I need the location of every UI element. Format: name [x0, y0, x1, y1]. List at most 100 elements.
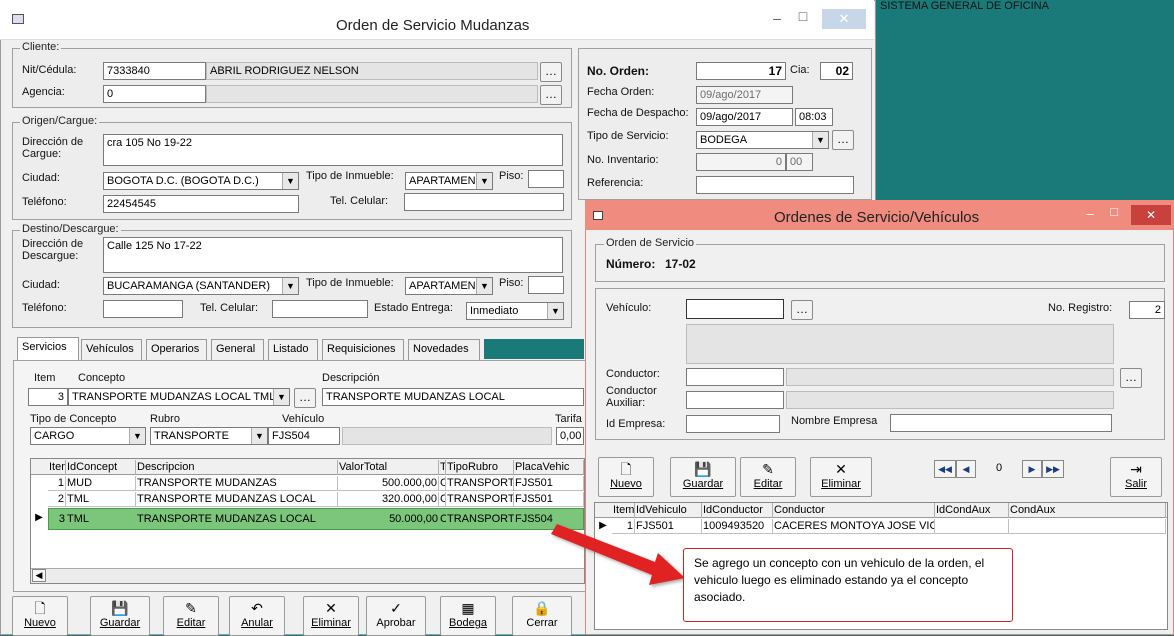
cell-item: 1	[48, 476, 66, 491]
cia-field[interactable]: 02	[820, 62, 853, 80]
dialog-guardar-button[interactable]: 💾 Guardar	[670, 457, 736, 497]
destino-dir-input[interactable]: Calle 125 No 17-22	[103, 237, 563, 273]
origen-inmueble-label: Tipo de Inmueble:	[306, 170, 394, 182]
horizontal-scrollbar[interactable]	[31, 568, 584, 583]
dialog-vehiculo-input[interactable]	[686, 299, 784, 319]
cerrar-button[interactable]: 🔒 Cerrar	[512, 596, 572, 636]
tab-general[interactable]: General	[211, 339, 264, 360]
dialog-maximize-button[interactable]: □	[1102, 202, 1126, 222]
tab-novedades[interactable]: Novedades	[408, 339, 480, 360]
aprobar-button[interactable]: ✓ Aprobar	[366, 596, 426, 636]
origen-piso-input[interactable]	[528, 170, 564, 188]
tab-servicios[interactable]: Servicios	[17, 337, 79, 360]
col-header-placavehic[interactable]: PlacaVehic	[514, 460, 584, 475]
destino-tel-label: Teléfono:	[22, 302, 67, 314]
item-field[interactable]: 3	[28, 388, 68, 406]
tab-operarios[interactable]: Operarios	[146, 339, 207, 360]
salir-button[interactable]: ⇥ Salir	[1110, 457, 1162, 497]
referencia-input[interactable]	[696, 176, 854, 194]
origen-cel-input[interactable]	[404, 193, 564, 211]
tab-listado[interactable]: Listado	[268, 339, 318, 360]
bodega-button[interactable]: ▦ Bodega	[440, 596, 496, 636]
nit-label: Nit/Cédula:	[22, 64, 77, 76]
col-header-tiporubro[interactable]: TipoRubro	[446, 460, 514, 475]
no-registro-field[interactable]: 2	[1129, 301, 1165, 319]
cell-item: 2	[48, 492, 66, 507]
destino-ciudad-select[interactable]: BUCARAMANGA (SANTANDER) ▼	[103, 277, 299, 295]
destino-tel-input[interactable]	[103, 300, 183, 318]
dialog-minimize-button[interactable]: –	[1078, 204, 1102, 224]
origen-inmueble-select[interactable]: APARTAMEN ▼	[405, 172, 493, 190]
editar-button[interactable]: ✎ Editar	[163, 596, 219, 636]
fecha-despacho-input[interactable]: 09/ago/2017	[696, 108, 793, 126]
tipo-servicio-select[interactable]: BODEGA ▼	[696, 131, 829, 149]
vehiculo-desc-field	[342, 427, 552, 445]
conductor-input[interactable]	[686, 368, 784, 386]
conductor-lookup-button[interactable]: …	[1120, 368, 1142, 388]
destino-inmueble-select[interactable]: APARTAMEN ▼	[405, 277, 493, 295]
id-empresa-input[interactable]	[686, 415, 780, 433]
guardar-button[interactable]: 💾 Guardar	[90, 596, 150, 636]
no-orden-field[interactable]: 17	[696, 62, 786, 80]
origen-tel-label: Teléfono:	[22, 196, 67, 208]
anular-label: Anular	[241, 617, 273, 629]
dialog-vehiculo-label: Vehículo:	[606, 302, 652, 314]
vehiculo-input[interactable]: FJS504	[268, 427, 340, 445]
origen-dir-input[interactable]: cra 105 No 19-22	[103, 134, 563, 166]
col-header-idcondaux[interactable]: IdCondAux	[935, 503, 1009, 518]
chevron-down-icon: ▼	[129, 428, 145, 444]
eliminar-button[interactable]: ✕ Eliminar	[303, 596, 359, 636]
tarifa-input[interactable]: 0,00	[556, 427, 584, 445]
dialog-eliminar-button[interactable]: ✕ Eliminar	[810, 457, 872, 497]
close-button[interactable]: ✕	[822, 9, 866, 29]
col-header-idconductor[interactable]: IdConductor	[702, 503, 773, 518]
col-header-t[interactable]: T	[439, 460, 446, 475]
col-header-condaux[interactable]: CondAux	[1009, 503, 1166, 518]
nav-last-icon[interactable]: ▶▶	[1042, 460, 1064, 478]
anular-button[interactable]: ↶ Anular	[229, 596, 285, 636]
destino-piso-input[interactable]	[528, 276, 564, 294]
col-header-item[interactable]: Item	[612, 503, 635, 518]
col-header-item[interactable]: Item	[48, 460, 66, 475]
nombre-empresa-input[interactable]	[890, 414, 1112, 432]
warehouse-icon: ▦	[461, 600, 475, 616]
tipo-servicio-lookup-button[interactable]: …	[832, 130, 854, 150]
nav-first-icon[interactable]: ◀◀	[934, 460, 956, 478]
estado-entrega-select[interactable]: Inmediato ▼	[466, 302, 564, 320]
agencia-lookup-button[interactable]: …	[540, 85, 562, 105]
dialog-close-button[interactable]: ✕	[1131, 205, 1171, 225]
client-lookup-button[interactable]: …	[540, 62, 562, 82]
cell-tiporubro: TRANSPORT	[447, 513, 514, 525]
destino-cel-input[interactable]	[272, 300, 368, 318]
dialog-vehiculo-lookup-button[interactable]: …	[791, 300, 813, 320]
tipo-concepto-select[interactable]: CARGO ▼	[30, 427, 146, 445]
origen-tel-input[interactable]: 22454545	[103, 195, 299, 213]
descripcion-input[interactable]: TRANSPORTE MUDANZAS LOCAL	[322, 388, 584, 406]
cell-t: C	[439, 476, 446, 491]
col-header-idconcept[interactable]: IdConcept	[66, 460, 136, 475]
nit-input[interactable]: 7333840	[103, 62, 206, 80]
conductor-aux-input[interactable]	[686, 391, 784, 409]
col-header-idvehiculo[interactable]: IdVehiculo	[635, 503, 702, 518]
origen-ciudad-select[interactable]: BOGOTA D.C. (BOGOTA D.C.) ▼	[103, 172, 299, 190]
nav-next-icon[interactable]: ▶	[1022, 460, 1042, 478]
col-header-descripcion[interactable]: Descripcion	[136, 460, 338, 475]
scroll-left-icon[interactable]: ◀	[32, 569, 46, 582]
hora-despacho-input[interactable]: 08:03	[795, 108, 833, 126]
destino-inmueble-value: APARTAMEN	[409, 280, 476, 292]
maximize-button[interactable]: □	[788, 6, 818, 26]
col-header-conductor[interactable]: Conductor	[773, 503, 935, 518]
concepto-lookup-button[interactable]: …	[294, 388, 316, 408]
nav-prev-icon[interactable]: ◀	[956, 460, 976, 478]
orden-servicio-group-label: Orden de Servicio	[604, 237, 697, 249]
dialog-nuevo-button[interactable]: 🗋 Nuevo	[598, 457, 654, 497]
col-header-valortotal[interactable]: ValorTotal	[338, 460, 439, 475]
tab-requisiciones[interactable]: Requisiciones	[322, 339, 404, 360]
concepto-select[interactable]: TRANSPORTE MUDANZAS LOCAL TML ▼	[68, 388, 290, 406]
nuevo-button[interactable]: 🗋 Nuevo	[12, 596, 68, 636]
dialog-editar-button[interactable]: ✎ Editar	[740, 457, 796, 497]
nombre-empresa-label: Nombre Empresa	[791, 415, 878, 427]
rubro-select[interactable]: TRANSPORTE ▼	[150, 427, 268, 445]
agencia-input[interactable]: 0	[103, 85, 206, 103]
tab-vehiculos[interactable]: Vehículos	[81, 339, 142, 360]
